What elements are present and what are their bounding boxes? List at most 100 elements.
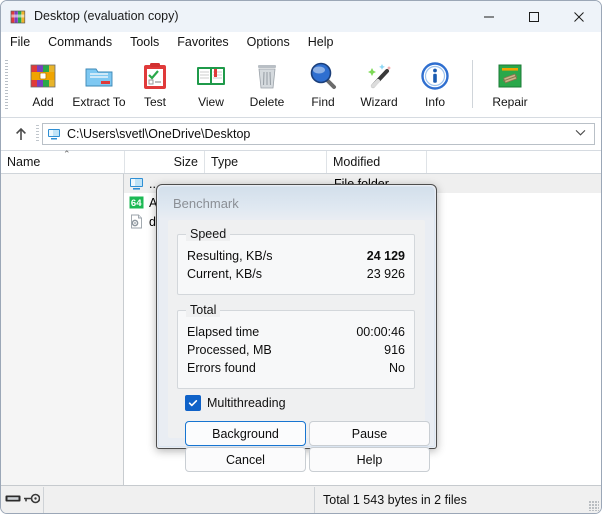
speed-resulting-label: Resulting, KB/s xyxy=(187,249,273,263)
speed-current-label: Current, KB/s xyxy=(187,267,263,281)
title-bar: Desktop (evaluation copy) xyxy=(1,1,601,32)
find-magnifier-icon xyxy=(306,59,340,93)
status-icons[interactable] xyxy=(1,486,44,513)
column-header-name-label: Name xyxy=(7,155,41,169)
toolbar-button-wizard[interactable]: Wizard xyxy=(351,54,407,109)
svg-text:64: 64 xyxy=(131,198,142,209)
winrar-books-icon xyxy=(10,9,26,25)
checkbox-checked-icon xyxy=(185,395,201,411)
menu-item-options[interactable]: Options xyxy=(247,32,299,53)
toolbar-button-add[interactable]: Add xyxy=(15,54,71,109)
speed-group: Speed Resulting, KB/s 24 129 Current, KB… xyxy=(177,227,415,295)
address-input[interactable]: C:\Users\svetl\OneDrive\Desktop xyxy=(42,122,595,145)
toolbar-label-info: Info xyxy=(424,95,445,109)
total-processed-row: Processed, MB 916 xyxy=(178,341,414,359)
total-elapsed-value: 00:00:46 xyxy=(356,325,405,339)
total-group-label: Total xyxy=(186,303,221,317)
speed-current-row: Current, KB/s 23 926 xyxy=(178,265,414,283)
toolbar-button-info[interactable]: Info xyxy=(407,54,463,109)
toolbar: Add Extract To Test View Delete Find Wiz… xyxy=(1,54,601,118)
menu-bar: File Commands Tools Favorites Options He… xyxy=(1,32,601,54)
total-elapsed-label: Elapsed time xyxy=(187,325,260,339)
toolbar-label-test: Test xyxy=(143,95,166,109)
column-header-size[interactable]: Size xyxy=(125,151,205,173)
speed-current-value: 23 926 xyxy=(366,267,405,281)
sort-ascending-icon: ⌃ xyxy=(63,149,71,159)
benchmark-dialog-body: Speed Resulting, KB/s 24 129 Current, KB… xyxy=(168,220,430,472)
column-header-size-label: Size xyxy=(173,155,198,169)
benchmark-dialog-title: Benchmark xyxy=(173,196,239,211)
toolbar-button-delete[interactable]: Delete xyxy=(239,54,295,109)
aida64-icon: 64 xyxy=(129,195,144,210)
toolbar-label-delete: Delete xyxy=(249,95,285,109)
total-errors-value: No xyxy=(389,361,405,375)
winrar-window: Desktop (evaluation copy) File Commands … xyxy=(0,0,602,514)
toolbar-button-repair[interactable]: Repair xyxy=(482,54,538,109)
folder-tree-pane[interactable] xyxy=(1,174,124,496)
toolbar-separator xyxy=(472,60,473,108)
toolbar-label-add: Add xyxy=(32,95,54,109)
info-circle-icon xyxy=(418,59,452,93)
maximize-button[interactable] xyxy=(511,1,556,32)
extract-folder-icon xyxy=(82,59,116,93)
menu-item-file[interactable]: File xyxy=(10,32,39,53)
toolbar-button-view[interactable]: View xyxy=(183,54,239,109)
pause-button[interactable]: Pause xyxy=(309,421,430,446)
speed-resulting-row: Resulting, KB/s 24 129 xyxy=(178,247,414,265)
benchmark-dialog: Benchmark Speed Resulting, KB/s 24 129 C… xyxy=(156,184,437,472)
toolbar-label-wizard: Wizard xyxy=(360,95,398,109)
toolbar-button-test[interactable]: Test xyxy=(127,54,183,109)
total-processed-value: 916 xyxy=(384,343,405,357)
total-errors-row: Errors found No xyxy=(178,359,414,377)
status-middle xyxy=(44,486,315,513)
multithreading-checkbox[interactable]: Multithreading xyxy=(185,395,286,411)
total-elapsed-row: Elapsed time 00:00:46 xyxy=(178,323,414,341)
column-header-name[interactable]: Name ⌃ xyxy=(1,149,125,173)
toolbar-label-extract-to: Extract To xyxy=(72,95,126,109)
column-header-type-label: Type xyxy=(211,155,239,169)
total-group: Total Elapsed time 00:00:46 Processed, M… xyxy=(177,303,415,389)
wizard-wand-icon xyxy=(362,59,396,93)
column-header-type[interactable]: Type xyxy=(205,151,327,173)
close-button[interactable] xyxy=(556,1,601,32)
column-header-modified[interactable]: Modified xyxy=(327,151,427,173)
address-path: C:\Users\svetl\OneDrive\Desktop xyxy=(67,126,251,141)
total-errors-label: Errors found xyxy=(187,361,256,375)
help-button[interactable]: Help xyxy=(309,447,430,472)
menu-item-help[interactable]: Help xyxy=(308,32,343,53)
toolbar-button-find[interactable]: Find xyxy=(295,54,351,109)
status-bar: Total 1 543 bytes in 2 files xyxy=(1,485,601,513)
cancel-button[interactable]: Cancel xyxy=(185,447,306,472)
toolbar-button-extract-to[interactable]: Extract To xyxy=(71,54,127,109)
window-title: Desktop (evaluation copy) xyxy=(34,9,179,24)
window-controls xyxy=(466,1,601,32)
background-button[interactable]: Background xyxy=(185,421,306,446)
column-headers: Name ⌃ Size Type Modified xyxy=(1,149,601,174)
multithreading-label: Multithreading xyxy=(207,396,286,410)
arrow-up-icon[interactable] xyxy=(7,123,35,145)
benchmark-dialog-inner: Benchmark Speed Resulting, KB/s 24 129 C… xyxy=(158,186,435,472)
toolbar-label-find: Find xyxy=(311,95,335,109)
minimize-button[interactable] xyxy=(466,1,511,32)
total-processed-label: Processed, MB xyxy=(187,343,272,357)
chevron-down-icon[interactable] xyxy=(575,128,590,139)
repair-icon xyxy=(493,59,527,93)
speed-group-label: Speed xyxy=(186,227,231,241)
toolbar-grip[interactable] xyxy=(5,60,8,110)
address-grip[interactable] xyxy=(36,124,39,143)
speed-resulting-value: 24 129 xyxy=(366,249,405,263)
view-book-icon xyxy=(194,59,228,93)
menu-item-favorites[interactable]: Favorites xyxy=(177,32,237,53)
archive-icon xyxy=(5,493,21,507)
menu-item-commands[interactable]: Commands xyxy=(48,32,121,53)
column-header-modified-label: Modified xyxy=(333,155,381,169)
resize-grip[interactable] xyxy=(589,501,599,511)
address-bar: C:\Users\svetl\OneDrive\Desktop xyxy=(1,118,601,151)
menu-item-tools[interactable]: Tools xyxy=(130,32,168,53)
toolbar-label-view: View xyxy=(198,95,224,109)
status-total-text: Total 1 543 bytes in 2 files xyxy=(323,492,467,507)
parent-folder-icon xyxy=(129,176,144,191)
file-name-text: .. xyxy=(149,176,156,191)
computer-icon xyxy=(47,127,61,141)
test-clipboard-icon xyxy=(138,59,172,93)
